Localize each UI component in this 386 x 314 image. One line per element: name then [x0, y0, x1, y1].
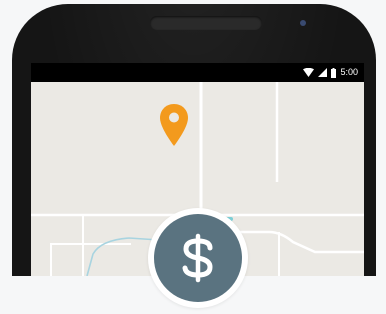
wifi-icon — [303, 68, 315, 77]
payment-badge[interactable] — [148, 208, 248, 308]
status-icons: 5:00 — [303, 67, 358, 78]
front-camera — [300, 20, 306, 26]
dollar-sign-icon — [182, 233, 213, 283]
earpiece-speaker — [150, 16, 262, 30]
payment-circle — [154, 214, 242, 302]
battery-icon — [331, 67, 337, 78]
status-time: 5:00 — [340, 67, 358, 77]
status-bar: 5:00 — [31, 63, 364, 82]
signal-icon — [318, 68, 328, 77]
location-pin-icon[interactable] — [158, 103, 190, 147]
